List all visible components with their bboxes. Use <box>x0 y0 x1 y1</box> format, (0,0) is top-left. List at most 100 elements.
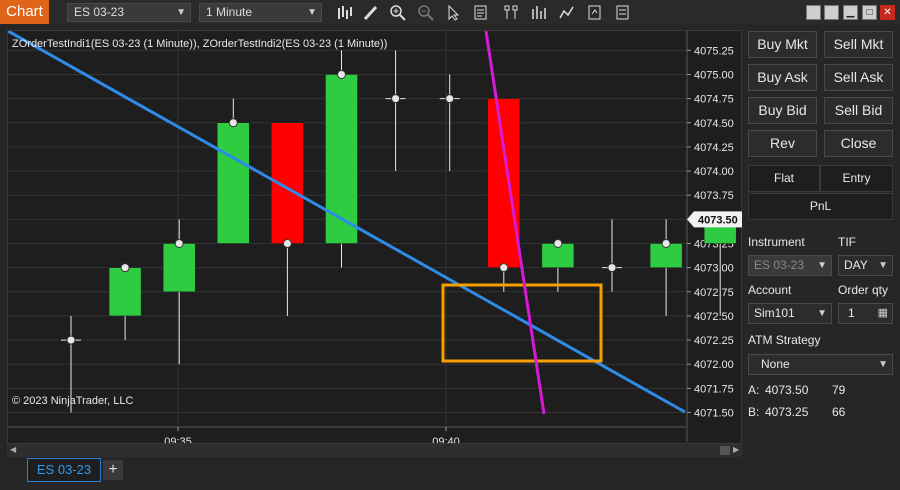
instrument-field[interactable]: ES 03-23 ▼ <box>748 255 832 276</box>
scroll-right-icon[interactable]: ▶ <box>733 445 739 454</box>
price-chart[interactable]: 4075.25 4075.00 4074.75 4074.50 4074.25 4074.… <box>8 31 743 458</box>
price-tick-label: 4071.75 <box>694 383 734 395</box>
order-qty-value: 1 <box>848 306 855 320</box>
entry-cell: Entry <box>820 165 893 192</box>
buy-bid-button[interactable]: Buy Bid <box>748 97 817 124</box>
account-select-value: Sim101 <box>754 306 795 320</box>
atm-strategy-label: ATM Strategy <box>748 333 821 347</box>
chevron-down-icon: ▼ <box>817 308 827 319</box>
window-title: Chart <box>0 0 49 24</box>
close-marker <box>499 263 509 273</box>
pin-icon[interactable] <box>806 5 821 20</box>
indicator-label: ZOrderTestIndi1(ES 03-23 (1 Minute)), ZO… <box>12 38 388 50</box>
strategies-icon[interactable] <box>530 4 548 21</box>
order-qty-stepper[interactable]: 1 ▦ <box>838 303 893 324</box>
scroll-left-icon[interactable]: ◀ <box>10 445 16 454</box>
bid-price: 4073.25 <box>765 405 809 419</box>
bar-type-icon[interactable] <box>336 4 354 21</box>
atm-strategy-select[interactable]: None ▼ <box>748 354 893 375</box>
price-tick-label: 4075.00 <box>694 69 734 81</box>
account-label: Account <box>748 283 792 297</box>
price-tick-label: 4074.00 <box>694 166 734 178</box>
price-tick-label: 4075.25 <box>694 45 734 57</box>
chevron-down-icon: ▼ <box>307 7 317 18</box>
instrument-field-value: ES 03-23 <box>754 258 805 272</box>
tab-bar <box>0 457 900 490</box>
close-marker <box>228 118 238 128</box>
tif-select-value: DAY <box>844 258 868 272</box>
price-tick-label: 4072.75 <box>694 287 734 299</box>
sell-mkt-button[interactable]: Sell Mkt <box>824 31 893 58</box>
chevron-down-icon: ▼ <box>176 7 186 18</box>
candle-body <box>162 243 196 293</box>
zoom-out-icon[interactable] <box>417 4 435 21</box>
account-select[interactable]: Sim101 ▼ <box>748 303 832 324</box>
horizontal-scrollbar[interactable] <box>7 443 742 457</box>
close-marker <box>337 69 346 79</box>
reverse-button[interactable]: Rev <box>748 130 817 157</box>
buy-ask-button[interactable]: Buy Ask <box>748 64 817 91</box>
close-marker <box>174 238 184 248</box>
ask-label: A: <box>748 383 760 397</box>
data-box-icon[interactable] <box>472 4 490 21</box>
restore-icon[interactable] <box>824 5 839 20</box>
close-icon[interactable]: ✕ <box>880 5 895 20</box>
price-tick-label: 4072.25 <box>694 335 734 347</box>
close-position-button[interactable]: Close <box>824 130 893 157</box>
indicators-icon[interactable] <box>502 4 520 21</box>
price-tick-label: 4074.25 <box>694 142 734 154</box>
atm-strategy-value: None <box>761 357 790 371</box>
price-tick-label: 4071.50 <box>694 408 734 420</box>
zoom-in-icon[interactable] <box>389 4 407 21</box>
calculator-icon[interactable]: ▦ <box>878 304 888 323</box>
ask-price: 4073.50 <box>765 383 809 397</box>
tif-label: TIF <box>838 235 856 249</box>
scrollbar-thumb[interactable] <box>720 446 730 455</box>
current-price-label: 4073.50 <box>698 214 738 226</box>
add-tab-button[interactable]: + <box>103 460 123 480</box>
tab-es-03-23[interactable]: ES 03-23 <box>27 458 101 482</box>
close-marker <box>553 238 563 248</box>
candle-body <box>217 122 250 244</box>
chart-panel[interactable]: 4075.25 4075.00 4074.75 4074.50 4074.25 4074.… <box>7 30 742 457</box>
interval-selector-value: 1 Minute <box>206 5 253 19</box>
tif-select[interactable]: DAY ▼ <box>838 255 893 276</box>
close-marker <box>66 335 76 345</box>
close-marker <box>120 263 130 273</box>
flat-cell: Flat <box>748 165 820 192</box>
bid-size: 66 <box>832 405 846 419</box>
ask-size: 79 <box>832 383 846 397</box>
sell-bid-button[interactable]: Sell Bid <box>824 97 893 124</box>
price-tick-label: 4073.00 <box>694 263 734 275</box>
chevron-down-icon: ▼ <box>878 260 888 271</box>
minimize-icon[interactable]: ▁ <box>843 5 858 20</box>
properties-icon[interactable] <box>586 4 604 21</box>
pointer-icon[interactable] <box>444 4 462 21</box>
price-tick-label: 4072.00 <box>694 359 734 371</box>
close-marker <box>607 263 617 273</box>
chevron-down-icon: ▼ <box>878 359 888 370</box>
instrument-label: Instrument <box>748 235 805 249</box>
pencil-icon[interactable] <box>362 4 380 21</box>
copyright-text: © 2023 NinjaTrader, LLC <box>12 395 134 407</box>
close-marker <box>445 94 455 104</box>
close-marker <box>391 94 401 104</box>
bid-label: B: <box>748 405 760 419</box>
chart-trader-icon[interactable] <box>614 4 632 21</box>
price-tick-label: 4074.75 <box>694 94 734 106</box>
pnl-cell: PnL <box>748 193 893 220</box>
close-marker <box>282 238 292 248</box>
chevron-down-icon: ▼ <box>817 260 827 271</box>
instrument-selector[interactable]: ES 03-23 ▼ <box>67 3 191 22</box>
sell-ask-button[interactable]: Sell Ask <box>824 64 893 91</box>
instrument-selector-value: ES 03-23 <box>74 5 125 19</box>
drawing-tools-icon[interactable] <box>558 4 576 21</box>
interval-selector[interactable]: 1 Minute ▼ <box>199 3 322 22</box>
price-tick-label: 4072.50 <box>694 311 734 323</box>
price-tick-label: 4074.50 <box>694 118 734 130</box>
order-qty-label: Order qty <box>838 283 889 297</box>
buy-mkt-button[interactable]: Buy Mkt <box>748 31 817 58</box>
candle-body <box>108 267 142 317</box>
close-marker <box>661 238 671 248</box>
maximize-icon[interactable]: □ <box>862 5 877 20</box>
